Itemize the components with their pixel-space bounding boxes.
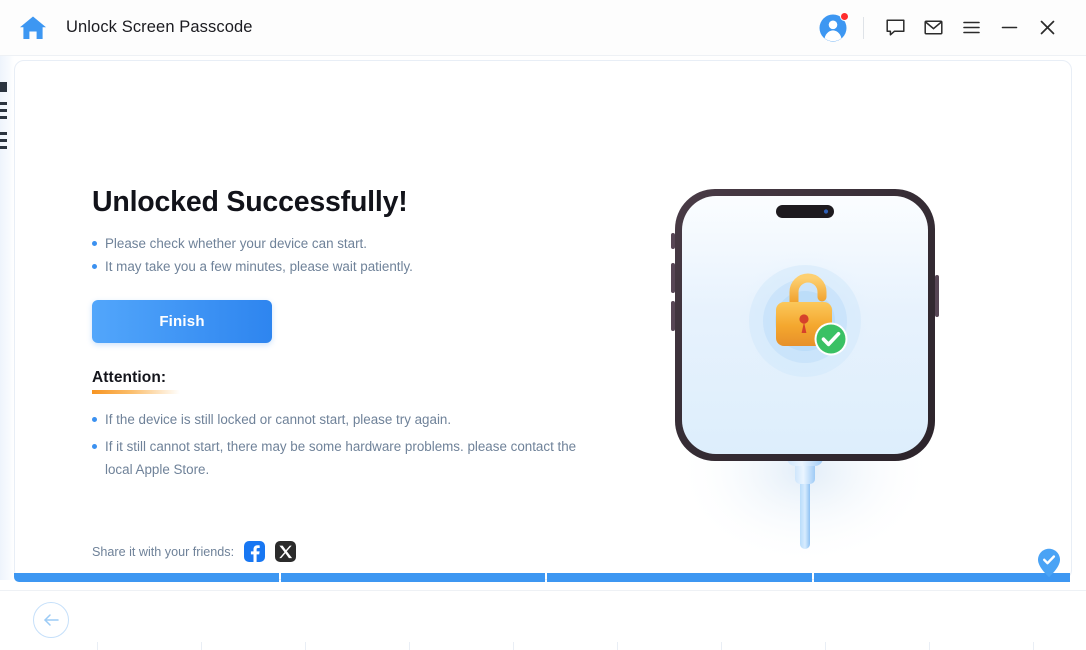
list-item: Please check whether your device can sta…: [92, 232, 612, 255]
back-arrow-icon: [44, 614, 59, 626]
list-item: It may take you a few minutes, please wa…: [92, 255, 612, 278]
chat-bubble-icon[interactable]: [876, 9, 914, 47]
footer-bar: [0, 590, 1086, 650]
phone-illustration-svg: [671, 189, 939, 566]
sliver-mark: [0, 102, 7, 105]
home-icon[interactable]: [18, 14, 48, 42]
list-item: If it still cannot start, there may be s…: [92, 435, 592, 481]
sliver-mark: [0, 82, 7, 92]
close-button[interactable]: [1028, 9, 1066, 47]
finish-button[interactable]: Finish: [92, 300, 272, 344]
list-item: If the device is still locked or cannot …: [92, 408, 592, 431]
attention-underline: [92, 390, 180, 395]
mail-envelope-svg: [923, 20, 943, 35]
attention-title: Attention:: [92, 369, 167, 387]
sliver-mark: [0, 132, 7, 135]
hamburger-menu-icon[interactable]: [952, 9, 990, 47]
back-button[interactable]: [33, 602, 69, 638]
progress-bar: [14, 548, 1072, 582]
chat-bubble-svg: [885, 19, 905, 36]
footer-tick-marks: [0, 642, 1086, 650]
account-avatar-icon[interactable]: [817, 9, 855, 47]
toolbar-divider: [863, 16, 864, 39]
page-title: Unlock Screen Passcode: [66, 18, 253, 36]
application-window: Unlock Screen Passcode Unlocked Successf…: [0, 0, 1086, 650]
check-pin-icon: [1038, 548, 1060, 578]
hamburger-menu-svg: [962, 21, 980, 34]
content-card: Unlocked Successfully! Please check whet…: [14, 60, 1072, 580]
volume-up-button: [671, 263, 675, 293]
sliver-mark: [0, 139, 7, 142]
share-label: Share it with your friends:: [92, 544, 235, 559]
facebook-icon-svg: [250, 545, 260, 562]
notification-badge-dot: [840, 11, 849, 21]
left-edge-sliver: [0, 56, 14, 580]
mail-envelope-icon[interactable]: [914, 9, 952, 47]
progress-segment-1: [14, 573, 279, 582]
title-bar-left: Unlock Screen Passcode: [0, 14, 253, 42]
attention-heading-group: Attention:: [92, 369, 180, 395]
green-check-icon: [816, 324, 846, 354]
close-icon-svg: [1040, 20, 1054, 35]
attention-bullet-list: If the device is still locked or cannot …: [92, 408, 592, 481]
status-bullet-list: Please check whether your device can sta…: [92, 232, 612, 278]
title-bar: Unlock Screen Passcode: [0, 0, 1086, 56]
volume-down-button: [671, 301, 675, 331]
avatar: [818, 11, 849, 43]
minimize-button[interactable]: [990, 9, 1028, 47]
title-bar-controls: [817, 9, 1086, 47]
progress-segment-2: [280, 573, 545, 582]
home-icon-svg: [20, 16, 46, 39]
facebook-icon[interactable]: [244, 541, 266, 562]
share-row: Share it with your friends:: [92, 541, 306, 562]
sliver-mark: [0, 109, 7, 112]
power-button: [935, 275, 939, 317]
sliver-mark: [0, 146, 7, 149]
progress-segment-4: [813, 573, 1071, 582]
progress-segment-3: [547, 573, 812, 582]
left-content-column: Unlocked Successfully! Please check whet…: [92, 186, 612, 485]
minimize-icon-svg: [1001, 26, 1017, 29]
x-twitter-icon-svg: [279, 545, 293, 559]
front-camera-dot: [823, 209, 829, 214]
phone-illustration: [635, 171, 975, 566]
sliver-mark: [0, 116, 7, 119]
headline: Unlocked Successfully!: [92, 186, 408, 218]
x-twitter-icon[interactable]: [275, 541, 297, 562]
mute-switch: [671, 233, 675, 249]
